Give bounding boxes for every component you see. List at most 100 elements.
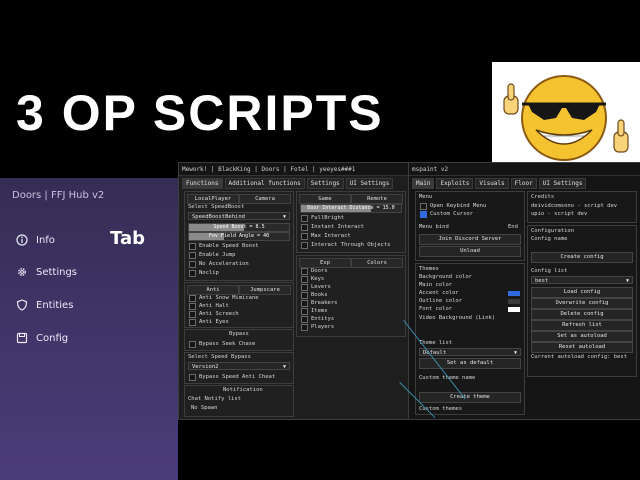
- tab-ui-settings[interactable]: UI Settings: [538, 178, 587, 189]
- toggle-esp-players[interactable]: Players: [301, 323, 334, 331]
- tab-camera[interactable]: Camera: [239, 194, 291, 204]
- toggle-bypass-speed-anti-cheat[interactable]: Bypass Speed Anti Cheat: [189, 373, 275, 381]
- accent-color-swatch[interactable]: [508, 291, 520, 296]
- checkbox[interactable]: [301, 241, 308, 249]
- speed-boost-slider[interactable]: Speed Boost = 8.5: [188, 223, 290, 232]
- checkbox[interactable]: [301, 291, 308, 299]
- tab-visuals[interactable]: Visuals: [475, 178, 509, 189]
- toggle-esp-levers[interactable]: Levers: [301, 283, 331, 291]
- checkbox[interactable]: [189, 294, 196, 302]
- notify-list-item[interactable]: No Spawn: [191, 405, 218, 411]
- toggle-enable-jump[interactable]: Enable Jump: [189, 251, 235, 259]
- load-config-button[interactable]: Load config: [531, 287, 633, 298]
- hub-item-label: Entities: [36, 299, 74, 311]
- toggle-noclip[interactable]: Noclip: [189, 269, 219, 277]
- checkbox[interactable]: [301, 223, 308, 231]
- toggle-esp-books[interactable]: Books: [301, 291, 328, 299]
- hub-item-settings[interactable]: Settings: [16, 264, 77, 280]
- checkbox[interactable]: [189, 310, 196, 318]
- checkbox[interactable]: [301, 275, 308, 283]
- speedboost-dropdown[interactable]: SpeedBoostBehind ▼: [188, 212, 290, 220]
- unload-button[interactable]: Unload: [419, 246, 521, 257]
- toggle-esp-items[interactable]: Items: [301, 307, 328, 315]
- tab-settings[interactable]: Settings: [306, 178, 344, 189]
- tab-floor[interactable]: Floor: [510, 178, 537, 189]
- tab-game[interactable]: Game: [299, 194, 351, 204]
- delete-config-button[interactable]: Delete config: [531, 309, 633, 320]
- toggle-bypass-seek-chase[interactable]: Bypass Seek Chase: [189, 340, 255, 348]
- outline-color-label: Outline color: [419, 298, 463, 304]
- toggle-open-keybind-menu[interactable]: Open Keybind Menu: [420, 202, 486, 210]
- set-as-autoload-button[interactable]: Set as autoload: [531, 331, 633, 342]
- create-config-button[interactable]: Create config: [531, 252, 633, 263]
- toggle-max-interact[interactable]: Max Interact: [301, 232, 351, 240]
- anti-group: Anti Jumpscare Anti Snow Mimicane Anti H…: [184, 282, 294, 328]
- checkbox[interactable]: [301, 214, 308, 222]
- refresh-list-button[interactable]: Refresh list: [531, 320, 633, 331]
- config-list-dropdown[interactable]: best ▼: [531, 276, 633, 284]
- toggle-esp-entitys[interactable]: Entitys: [301, 315, 334, 323]
- tab-additional-functions[interactable]: Additional functions: [224, 178, 305, 189]
- bypass-group: Bypass Bypass Seek Chase: [184, 329, 294, 351]
- outline-color-swatch[interactable]: [508, 299, 520, 304]
- checkbox[interactable]: [301, 323, 308, 331]
- font-color-swatch[interactable]: [508, 307, 520, 312]
- checkbox[interactable]: [420, 202, 427, 210]
- toggle-esp-doors[interactable]: Doors: [301, 267, 328, 275]
- checkbox[interactable]: [420, 210, 427, 218]
- checkbox[interactable]: [189, 373, 196, 381]
- checkbox[interactable]: [189, 269, 196, 277]
- checkbox[interactable]: [301, 267, 308, 275]
- toggle-instant-interact[interactable]: Instant Interact: [301, 223, 364, 231]
- overwrite-config-button[interactable]: Overwrite config: [531, 298, 633, 309]
- toggle-esp-keys[interactable]: Keys: [301, 275, 324, 283]
- door-interact-distance-slider[interactable]: Door Interact Distance = 15.0: [300, 204, 402, 213]
- config-list-label: Config list: [531, 268, 568, 274]
- hub-item-config[interactable]: Config: [16, 330, 68, 346]
- create-theme-button[interactable]: Create theme: [419, 392, 521, 403]
- toggle-fullbright[interactable]: FullBright: [301, 214, 344, 222]
- toggle-enable-speed-boost[interactable]: Enable Speed Boost: [189, 242, 259, 250]
- join-discord-button[interactable]: Join Discord Server: [419, 234, 521, 245]
- toggle-interact-through-objects[interactable]: Interact Through Objects: [301, 241, 390, 249]
- toggle-anti-snow-mimicane[interactable]: Anti Snow Mimicane: [189, 294, 259, 302]
- theme-list-dropdown[interactable]: Default ▼: [419, 348, 521, 356]
- chevron-down-icon: ▼: [513, 350, 517, 356]
- hub-item-info[interactable]: Info: [16, 232, 55, 248]
- tab-functions[interactable]: Functions: [182, 178, 223, 189]
- tab-localplayer[interactable]: LocalPlayer: [187, 194, 239, 204]
- checkbox[interactable]: [189, 260, 196, 268]
- checkbox[interactable]: [189, 340, 196, 348]
- menu-bind-key[interactable]: End: [508, 224, 518, 230]
- toggle-anti-screech[interactable]: Anti Screech: [189, 310, 239, 318]
- reset-autoload-button[interactable]: Reset autoload: [531, 342, 633, 353]
- tab-main[interactable]: Main: [412, 178, 435, 189]
- tab-exploits[interactable]: Exploits: [436, 178, 474, 189]
- hub-item-entities[interactable]: Entities: [16, 297, 73, 313]
- slider-value: Speed Boost = 8.5: [213, 224, 265, 230]
- checkbox[interactable]: [301, 283, 308, 291]
- checkbox[interactable]: [189, 251, 196, 259]
- fov-angle-slider[interactable]: Fov Field Angle = 40: [188, 232, 290, 241]
- checkbox[interactable]: [189, 242, 196, 250]
- toggle-label: Custom Cursor: [430, 211, 474, 217]
- toggle-anti-eyes[interactable]: Anti Eyes: [189, 318, 229, 326]
- checkbox[interactable]: [301, 232, 308, 240]
- toggle-anti-halt[interactable]: Anti Halt: [189, 302, 229, 310]
- config-name-label: Config name: [531, 236, 568, 242]
- menu-group: Menu Open Keybind Menu Custom Cursor Men…: [415, 191, 525, 261]
- checkbox[interactable]: [189, 318, 196, 326]
- toggle-label: Doors: [311, 268, 328, 274]
- tab-remote[interactable]: Remote: [351, 194, 403, 204]
- speed-bypass-label: Select Speed Bypass: [188, 354, 251, 360]
- checkbox[interactable]: [301, 307, 308, 315]
- checkbox[interactable]: [189, 302, 196, 310]
- toggle-custom-cursor[interactable]: Custom Cursor: [420, 210, 473, 218]
- toggle-esp-breakers[interactable]: Breakers: [301, 299, 338, 307]
- checkbox[interactable]: [301, 315, 308, 323]
- speed-bypass-dropdown[interactable]: Version2 ▼: [188, 362, 290, 370]
- checkbox[interactable]: [301, 299, 308, 307]
- tab-ui-settings[interactable]: UI Settings: [345, 178, 394, 189]
- toggle-no-acceleration[interactable]: No Acceleration: [189, 260, 249, 268]
- tab-colors[interactable]: Colors: [351, 258, 403, 268]
